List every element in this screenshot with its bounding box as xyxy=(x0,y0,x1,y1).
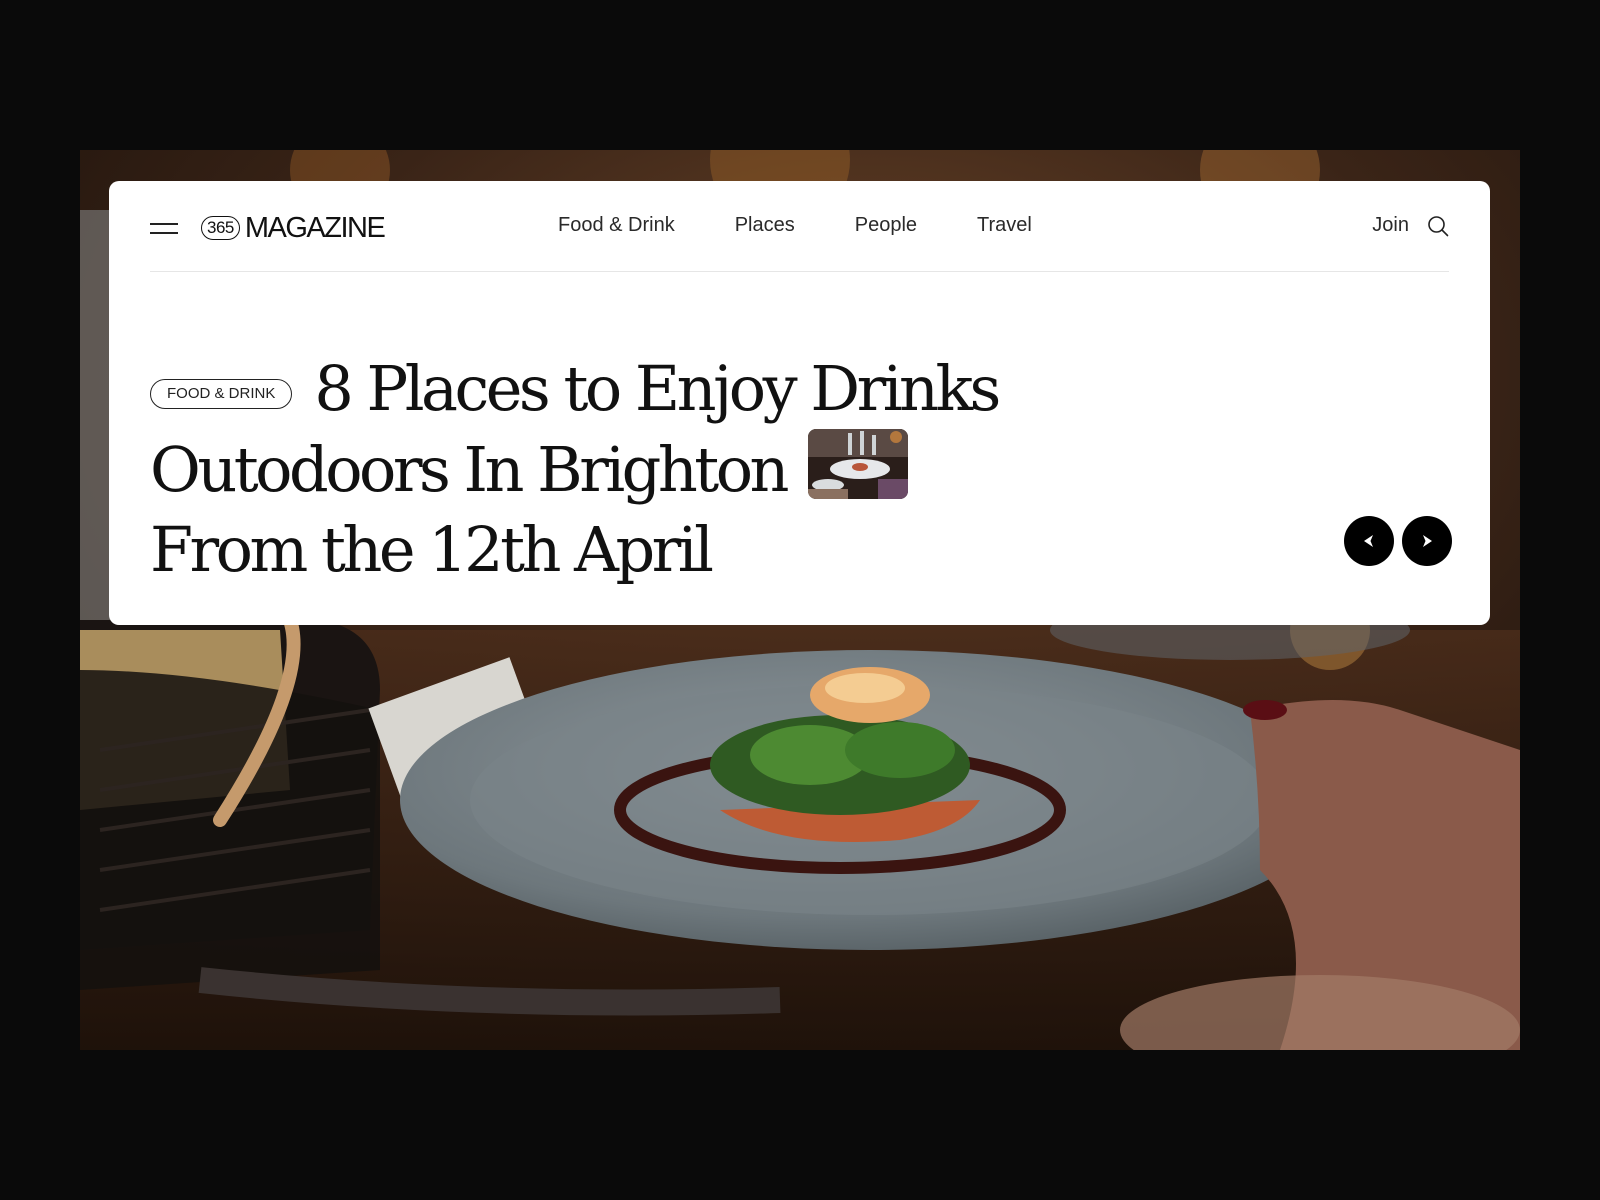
nav-item-places[interactable]: Places xyxy=(735,214,795,237)
nav-item-people[interactable]: People xyxy=(855,214,917,237)
arrow-left-icon xyxy=(1364,535,1373,547)
hero-section: 365 MAGAZINE Food & Drink Places People … xyxy=(80,150,1520,1050)
headline-part-2: From the 12th April xyxy=(150,513,714,586)
headline-thumbnail[interactable] xyxy=(807,429,908,499)
next-slide-button[interactable] xyxy=(1402,516,1452,566)
article-headline: FOOD & DRINK 8 Places to Enjoy Drinks Out… xyxy=(150,349,1050,590)
nav-item-food-drink[interactable]: Food & Drink xyxy=(558,214,675,237)
logo-badge: 365 xyxy=(201,216,240,240)
join-link[interactable]: Join xyxy=(1372,214,1409,237)
previous-slide-button[interactable] xyxy=(1344,516,1394,566)
logo-wordmark: MAGAZINE xyxy=(244,211,386,244)
arrow-right-icon xyxy=(1423,535,1432,547)
main-nav: Food & Drink Places People Travel xyxy=(558,214,1092,237)
top-navigation-bar: 365 MAGAZINE Food & Drink Places People … xyxy=(150,181,1449,272)
nav-item-travel[interactable]: Travel xyxy=(977,214,1032,237)
search-icon[interactable] xyxy=(1427,215,1449,237)
site-logo[interactable]: 365 MAGAZINE xyxy=(201,211,386,245)
slider-controls xyxy=(1344,516,1452,566)
hamburger-menu-icon[interactable] xyxy=(150,220,178,236)
article-header-card: 365 MAGAZINE Food & Drink Places People … xyxy=(109,181,1490,625)
category-tag[interactable]: FOOD & DRINK xyxy=(150,379,293,409)
